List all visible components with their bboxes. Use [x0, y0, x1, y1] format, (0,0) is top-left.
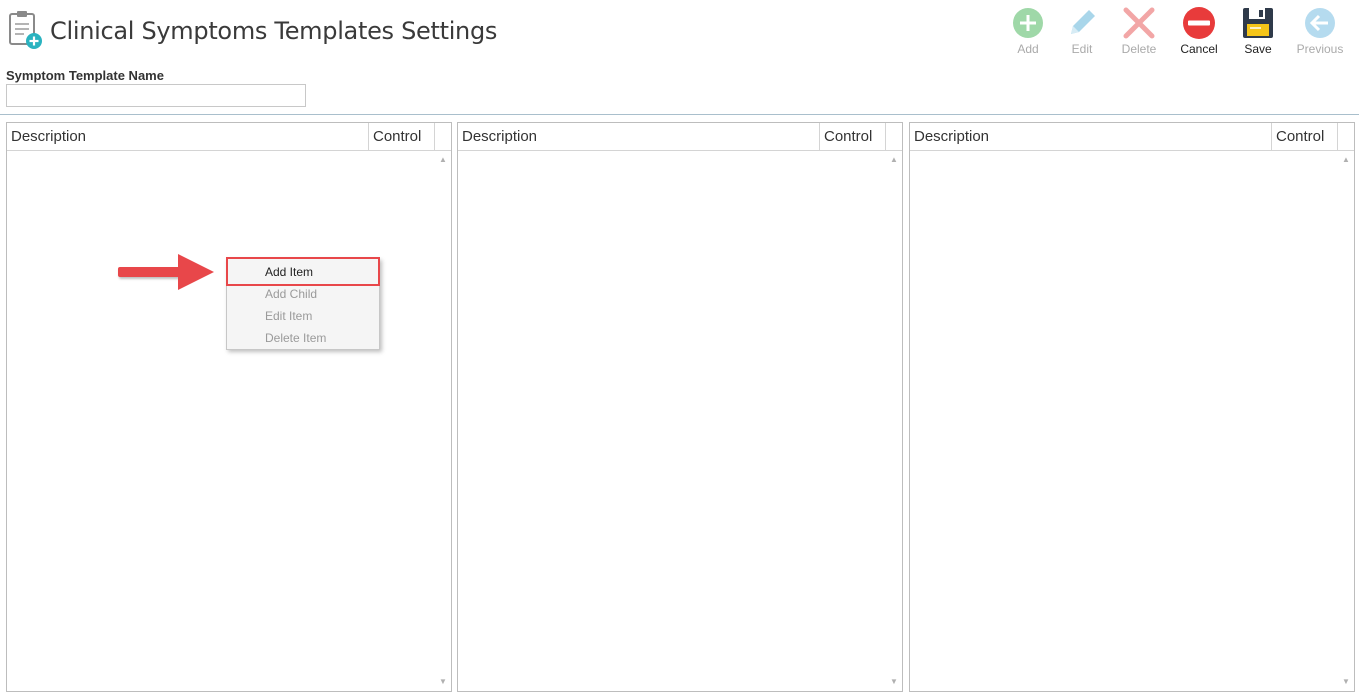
scroll-up-icon[interactable]: ▲ — [436, 153, 450, 167]
template-name-label: Symptom Template Name — [6, 68, 164, 83]
column-header-description[interactable]: Description — [7, 123, 369, 150]
column-header-description[interactable]: Description — [910, 123, 1272, 150]
arrow-left-circle-icon — [1305, 8, 1335, 38]
floppy-disk-icon — [1243, 8, 1273, 38]
plus-circle-icon — [1013, 8, 1043, 38]
edit-button-label: Edit — [1071, 42, 1093, 56]
cancel-button-label: Cancel — [1180, 42, 1218, 56]
cancel-button[interactable]: Cancel — [1170, 4, 1228, 62]
context-menu-add-child[interactable]: Add Child — [227, 283, 379, 305]
header-separator — [0, 114, 1359, 115]
page-title: Clinical Symptoms Templates Settings — [50, 17, 498, 45]
scrollbar[interactable] — [435, 151, 451, 691]
pencil-icon — [1071, 10, 1095, 34]
context-menu-edit-item[interactable]: Edit Item — [227, 305, 379, 327]
save-button[interactable]: Save — [1229, 4, 1287, 62]
column-header-control[interactable]: Control — [820, 123, 886, 150]
scroll-down-icon[interactable]: ▼ — [887, 675, 901, 689]
delete-button[interactable]: Delete — [1110, 4, 1168, 62]
panel-header: Description Control — [7, 123, 451, 151]
annotation-arrow-icon — [118, 254, 214, 290]
column-header-description[interactable]: Description — [458, 123, 820, 150]
add-button-label: Add — [1017, 42, 1039, 56]
template-panel-2[interactable]: Description Control ▲ ▼ — [457, 122, 903, 692]
scroll-down-icon[interactable]: ▼ — [436, 675, 450, 689]
delete-button-label: Delete — [1121, 42, 1157, 56]
add-button[interactable]: Add — [999, 4, 1057, 62]
save-button-label: Save — [1244, 42, 1272, 56]
context-menu-delete-item[interactable]: Delete Item — [227, 327, 379, 349]
previous-button-label: Previous — [1296, 42, 1344, 56]
template-panel-1[interactable]: Description Control ▲ ▼ — [6, 122, 452, 692]
column-header-control[interactable]: Control — [1272, 123, 1338, 150]
document-add-icon — [9, 11, 42, 49]
no-entry-icon — [1183, 7, 1215, 39]
template-name-input[interactable] — [6, 84, 306, 107]
annotation-highlight — [226, 257, 380, 286]
toolbar: Add Edit Delete Cancel Save Previous — [999, 4, 1359, 62]
scrollbar[interactable] — [886, 151, 902, 691]
scroll-down-icon[interactable]: ▼ — [1339, 675, 1353, 689]
scrollbar[interactable] — [1338, 151, 1354, 691]
scroll-up-icon[interactable]: ▲ — [887, 153, 901, 167]
edit-button[interactable]: Edit — [1053, 4, 1111, 62]
column-header-control[interactable]: Control — [369, 123, 435, 150]
previous-button[interactable]: Previous — [1289, 4, 1351, 62]
x-icon — [1123, 7, 1155, 39]
panel-header: Description Control — [910, 123, 1354, 151]
scroll-up-icon[interactable]: ▲ — [1339, 153, 1353, 167]
template-panel-3[interactable]: Description Control ▲ ▼ — [909, 122, 1355, 692]
panel-header: Description Control — [458, 123, 902, 151]
